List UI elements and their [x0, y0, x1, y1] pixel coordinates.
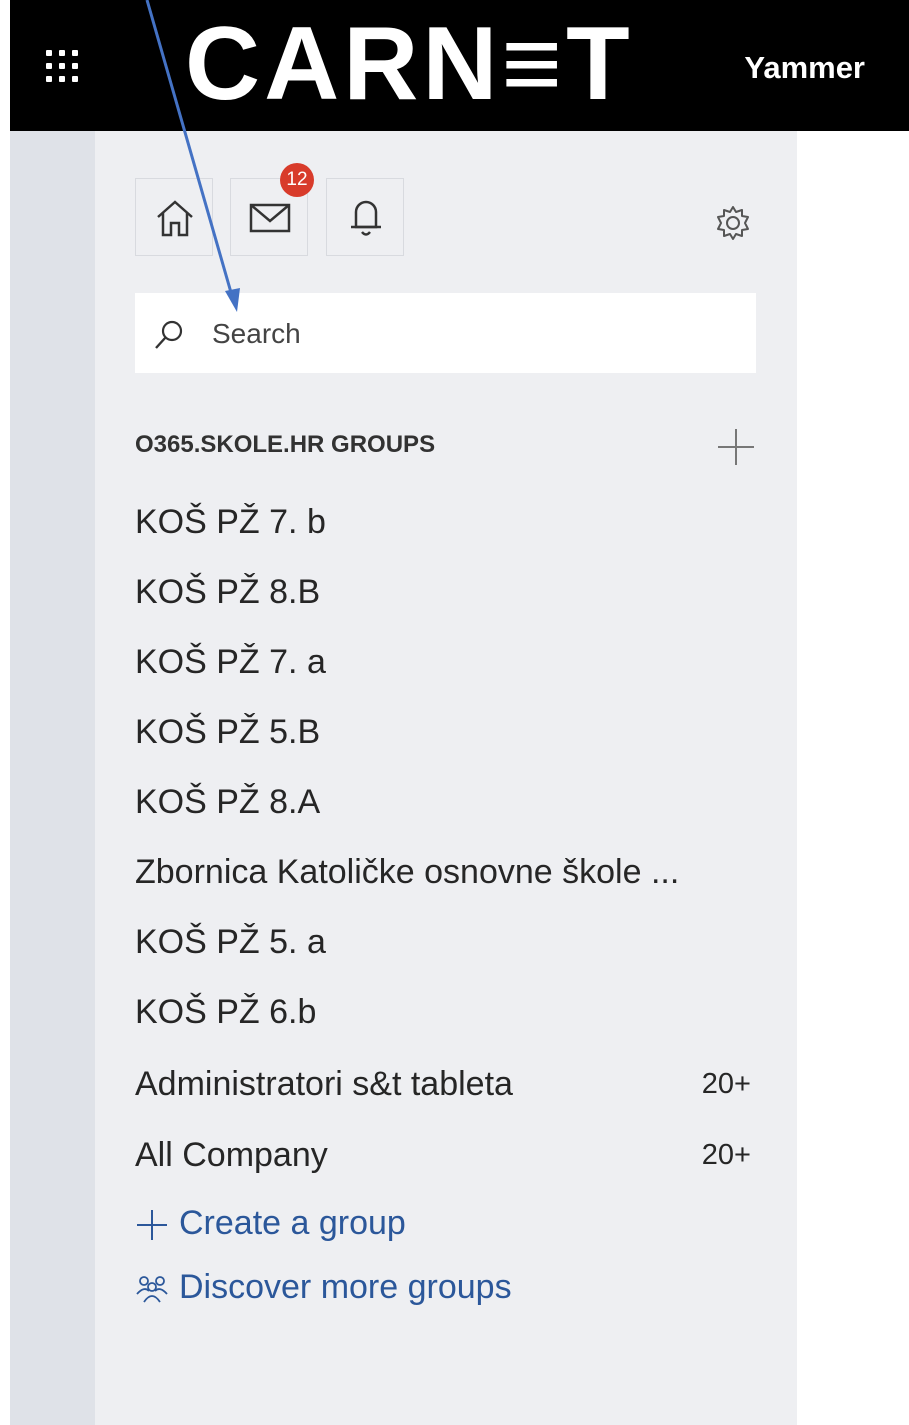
- app-name[interactable]: Yammer: [744, 50, 865, 86]
- group-item[interactable]: KOŠ PŽ 5.B: [135, 707, 756, 757]
- create-group-link[interactable]: Create a group: [135, 1198, 406, 1248]
- groups-header: O365.SKOLE.HR GROUPS: [135, 431, 436, 458]
- app-launcher-icon[interactable]: [44, 48, 82, 86]
- left-rail: [10, 131, 95, 1425]
- group-item[interactable]: KOŠ PŽ 6.b: [135, 987, 756, 1037]
- gear-icon[interactable]: [713, 203, 753, 243]
- search-input[interactable]: [210, 311, 734, 357]
- plus-icon: [137, 1210, 167, 1241]
- inbox-badge: 12: [280, 163, 314, 197]
- group-item[interactable]: Zbornica Katoličke osnovne škole ...: [135, 847, 756, 897]
- group-name: All Company: [135, 1136, 328, 1174]
- groups-panel: 12 O365.SKOLE.HR GROUPS KOŠ PŽ 7. b KOŠ …: [95, 131, 797, 1425]
- group-name: KOŠ PŽ 6.b: [135, 993, 317, 1031]
- group-item[interactable]: KOŠ PŽ 7. b: [135, 497, 756, 547]
- group-count: 20+: [701, 1068, 751, 1100]
- search-icon: [155, 320, 183, 349]
- group-item[interactable]: KOŠ PŽ 7. a: [135, 637, 756, 687]
- create-group-label: Create a group: [179, 1204, 406, 1242]
- discover-groups-label: Discover more groups: [179, 1268, 512, 1306]
- discover-groups-link[interactable]: Discover more groups: [135, 1262, 512, 1312]
- search-box[interactable]: [135, 293, 756, 373]
- top-bar: CARN≡T Yammer: [10, 0, 909, 131]
- group-name: KOŠ PŽ 8.A: [135, 783, 321, 821]
- group-count: 20+: [701, 1139, 751, 1171]
- group-item[interactable]: All Company 20+: [135, 1130, 756, 1180]
- bell-icon: [351, 200, 381, 236]
- home-icon: [157, 200, 193, 237]
- group-item[interactable]: KOŠ PŽ 8.A: [135, 777, 756, 827]
- group-item[interactable]: Administratori s&t tableta 20+: [135, 1059, 756, 1109]
- group-name: KOŠ PŽ 5.B: [135, 713, 321, 751]
- carnet-logo[interactable]: CARN≡T: [185, 0, 634, 132]
- add-group-icon[interactable]: [716, 427, 756, 467]
- group-name: KOŠ PŽ 7. a: [135, 643, 326, 681]
- people-icon: [136, 1276, 168, 1303]
- group-name: KOŠ PŽ 7. b: [135, 503, 326, 541]
- group-name: KOŠ PŽ 5. a: [135, 923, 326, 961]
- notifications-button[interactable]: [326, 178, 404, 256]
- group-name: Zbornica Katoličke osnovne škole ...: [135, 853, 680, 891]
- group-item[interactable]: KOŠ PŽ 8.B: [135, 567, 756, 617]
- group-name: KOŠ PŽ 8.B: [135, 573, 321, 611]
- group-name: Administratori s&t tableta: [135, 1065, 513, 1103]
- group-item[interactable]: KOŠ PŽ 5. a: [135, 917, 756, 967]
- mail-icon: [249, 203, 291, 233]
- home-button[interactable]: [135, 178, 213, 256]
